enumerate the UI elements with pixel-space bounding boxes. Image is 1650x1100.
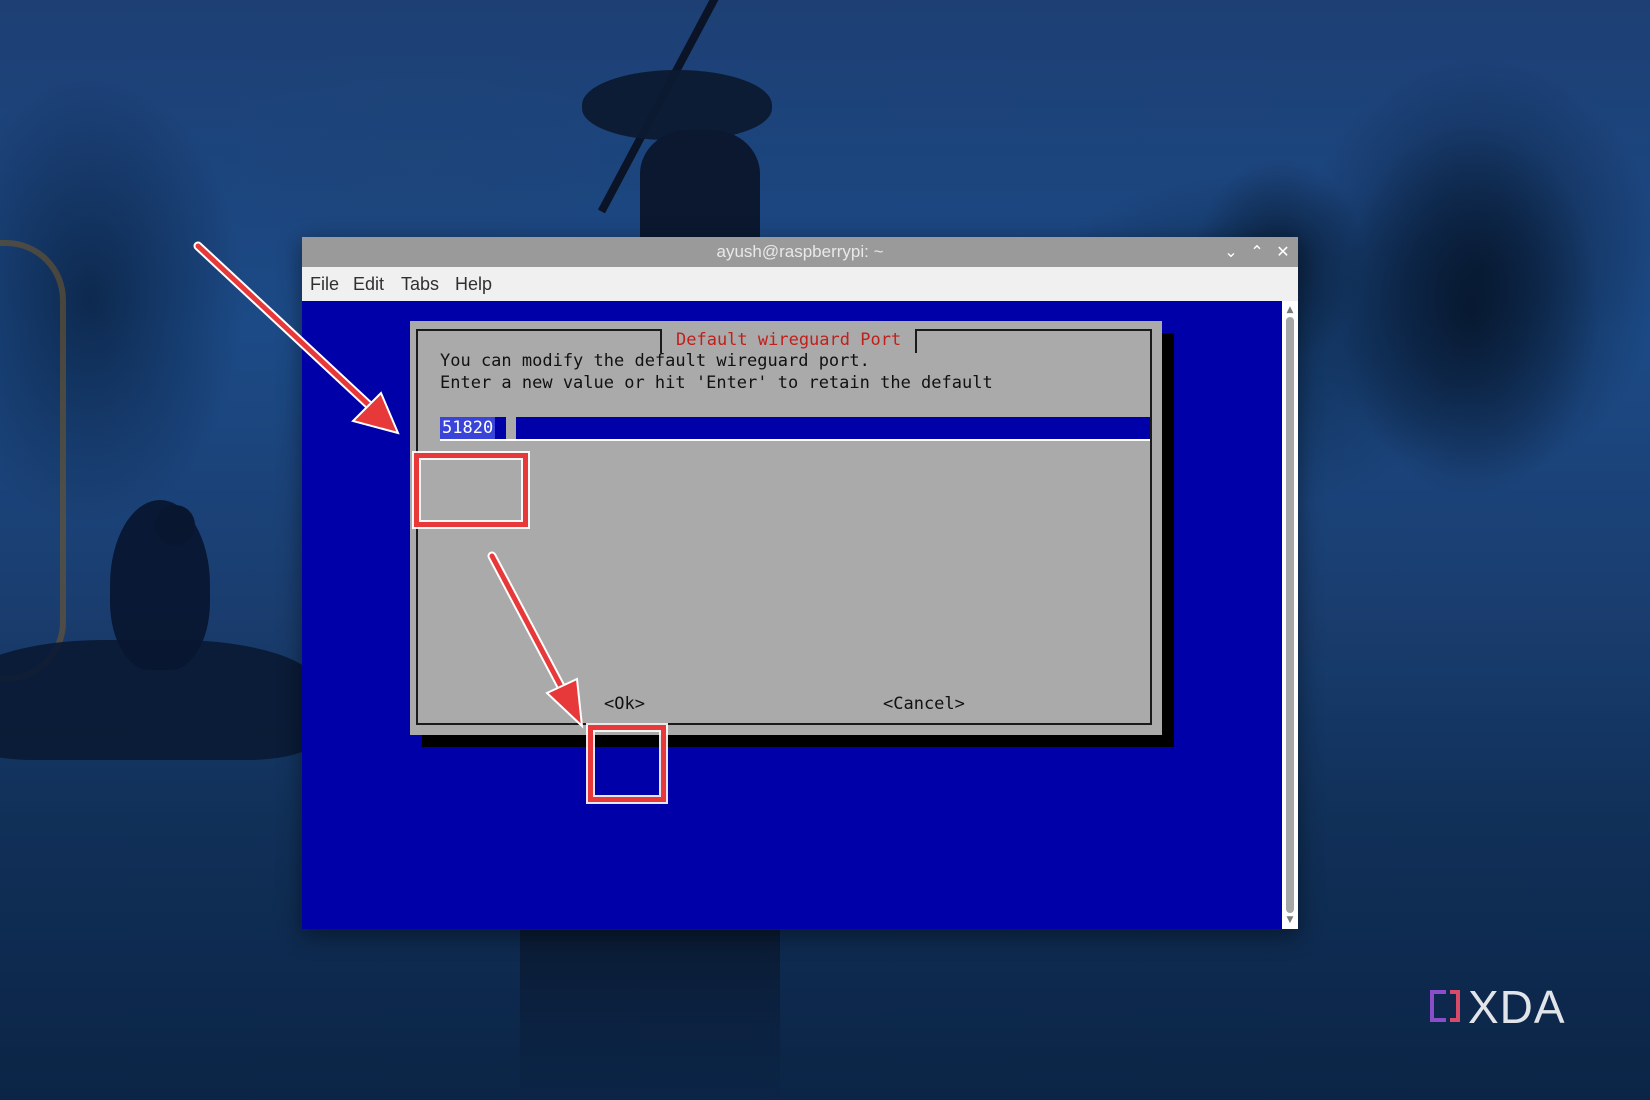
menu-edit[interactable]: Edit <box>353 267 384 301</box>
scroll-up-icon[interactable]: ▲ <box>1282 303 1298 317</box>
background-fisherman <box>640 130 760 240</box>
ok-highlight-box <box>588 725 666 802</box>
wireguard-port-dialog: Default wireguard Port You can modify th… <box>410 321 1162 735</box>
text-cursor <box>506 417 516 439</box>
dialog-message-line1: You can modify the default wireguard por… <box>440 351 870 371</box>
port-input[interactable]: 51820 <box>440 417 1150 441</box>
scroll-down-icon[interactable]: ▼ <box>1282 913 1298 927</box>
xda-watermark-text: XDA <box>1468 981 1566 1033</box>
xda-watermark-logo: XDA <box>1430 982 1590 1032</box>
desktop-background: ayush@raspberrypi: ~ ⌄ ⌃ ✕ File Edit Tab… <box>0 0 1650 1100</box>
port-highlight-box <box>414 453 528 527</box>
chevron-up-icon[interactable]: ⌃ <box>1244 237 1270 267</box>
terminal-area[interactable]: Default wireguard Port You can modify th… <box>302 301 1282 929</box>
terminal-window: ayush@raspberrypi: ~ ⌄ ⌃ ✕ File Edit Tab… <box>302 237 1298 929</box>
background-cormorant-head <box>155 505 195 545</box>
dialog-frame: Default wireguard Port You can modify th… <box>416 329 1152 725</box>
ok-button[interactable]: <Ok> <box>604 694 645 714</box>
chevron-down-icon[interactable]: ⌄ <box>1218 237 1244 267</box>
background-lantern-frame <box>0 240 66 682</box>
cancel-button[interactable]: <Cancel> <box>883 694 965 714</box>
window-title: ayush@raspberrypi: ~ <box>716 242 884 261</box>
scroll-thumb[interactable] <box>1286 317 1294 913</box>
menu-bar: File Edit Tabs Help <box>302 267 1298 301</box>
background-fisherman-hat <box>582 70 772 140</box>
menu-file[interactable]: File <box>310 267 339 301</box>
dialog-message-line2: Enter a new value or hit 'Enter' to reta… <box>440 373 993 393</box>
dialog-title: Default wireguard Port <box>660 329 918 353</box>
scrollbar[interactable]: ▲ ▼ <box>1282 301 1298 929</box>
xda-bracket-icon <box>1430 990 1446 1022</box>
background-reflection <box>520 930 780 1100</box>
close-icon[interactable]: ✕ <box>1270 237 1296 267</box>
port-input-value: 51820 <box>440 417 496 439</box>
xda-bracket-icon <box>1450 990 1460 1022</box>
menu-help[interactable]: Help <box>455 267 492 301</box>
title-bar[interactable]: ayush@raspberrypi: ~ ⌄ ⌃ ✕ <box>302 237 1298 267</box>
menu-tabs[interactable]: Tabs <box>401 267 439 301</box>
